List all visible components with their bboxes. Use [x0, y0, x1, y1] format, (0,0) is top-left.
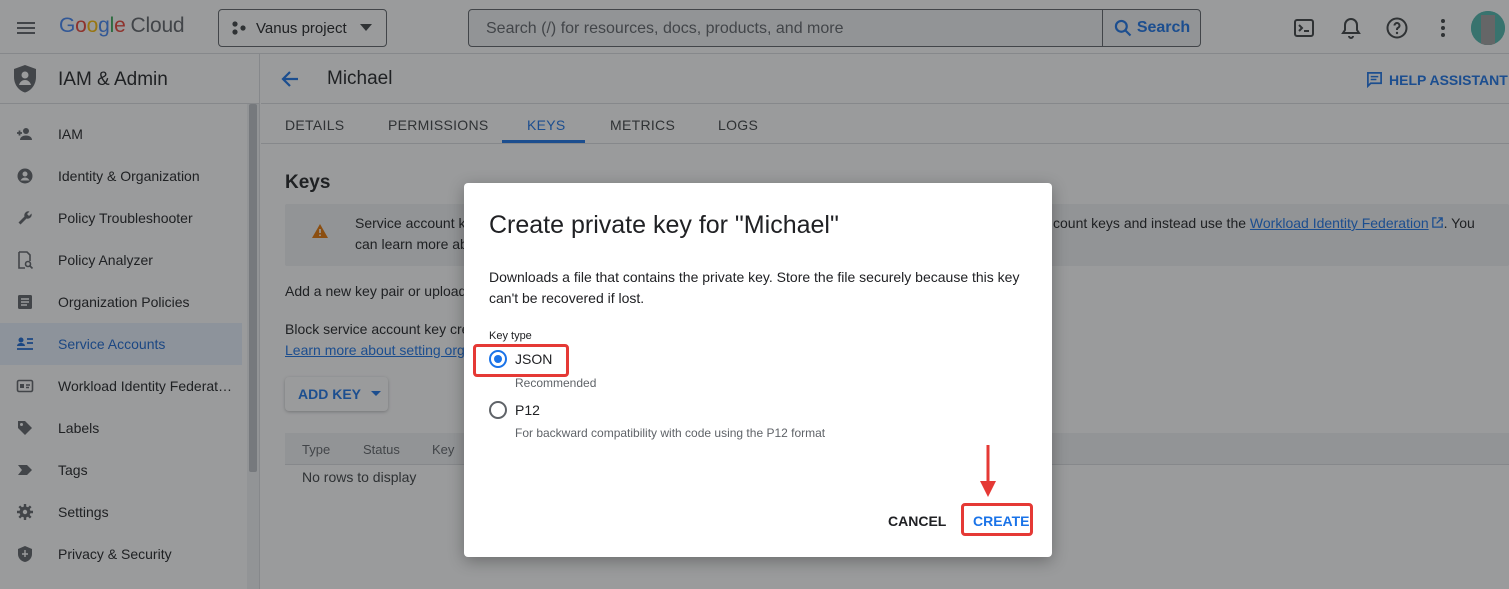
red-pointer-arrow-icon	[980, 445, 996, 497]
json-highlight-box	[473, 344, 569, 377]
json-option-sublabel: Recommended	[515, 376, 597, 390]
dialog-title: Create private key for "Michael"	[489, 211, 839, 239]
cancel-button[interactable]: CANCEL	[888, 513, 946, 529]
create-highlight-box	[961, 503, 1033, 536]
dialog-description: Downloads a file that contains the priva…	[489, 269, 1020, 306]
key-type-label: Key type	[489, 330, 532, 342]
create-key-dialog: Create private key for "Michael" Downloa…	[464, 183, 1052, 557]
p12-radio[interactable]	[489, 401, 507, 419]
p12-option-label[interactable]: P12	[515, 402, 540, 418]
p12-option-sublabel: For backward compatibility with code usi…	[515, 426, 826, 440]
